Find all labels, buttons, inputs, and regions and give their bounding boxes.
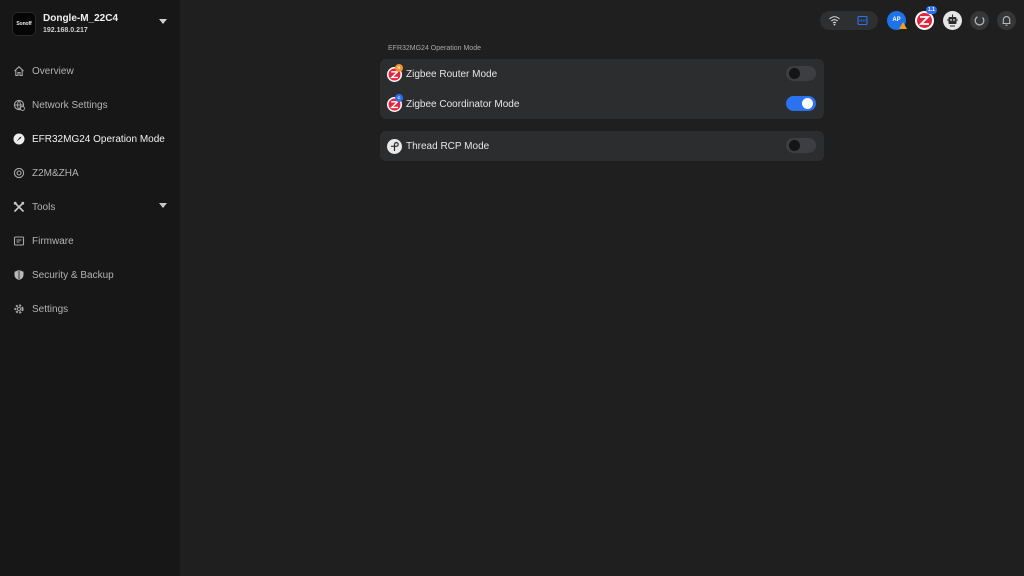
sidebar-item-label: Overview <box>32 65 74 77</box>
wifi-icon <box>829 16 840 26</box>
sidebar: Sonoff Dongle-M_22C4 192.168.0.217 Overv… <box>0 0 180 576</box>
thread-icon <box>387 138 402 154</box>
tools-icon <box>12 201 25 214</box>
thread-mode-card: Thread RCP Mode <box>380 131 824 161</box>
target-icon <box>12 167 25 180</box>
sidebar-item-security-backup[interactable]: Security & Backup <box>0 258 180 292</box>
chevron-down-icon[interactable] <box>159 19 167 25</box>
sonoff-logo: Sonoff <box>12 12 36 36</box>
sidebar-item-label: Firmware <box>32 235 74 247</box>
bell-icon[interactable] <box>997 11 1016 30</box>
zigbee-router-toggle[interactable] <box>786 66 816 81</box>
zigbee-coordinator-icon: C <box>387 93 403 112</box>
toggle-knob <box>789 140 800 151</box>
ap-status-icon[interactable]: AP <box>887 11 907 30</box>
sidebar-item-label: Security & Backup <box>32 269 114 281</box>
home-icon <box>12 65 25 78</box>
gear-icon <box>12 303 25 316</box>
sidebar-item-overview[interactable]: Overview <box>0 54 180 88</box>
app-window: Sonoff Dongle-M_22C4 192.168.0.217 Overv… <box>0 0 1024 576</box>
sidebar-item-label: EFR32MG24 Operation Mode <box>32 133 165 145</box>
device-ip: 192.168.0.217 <box>43 27 88 34</box>
sidebar-item-network-settings[interactable]: Network Settings <box>0 88 180 122</box>
sidebar-item-settings[interactable]: Settings <box>0 292 180 326</box>
zigbee-router-icon: R <box>387 63 403 82</box>
sidebar-item-label: Z2M&ZHA <box>32 167 79 179</box>
sidebar-nav: Overview Network Settings EFR32MG24 Oper… <box>0 54 180 326</box>
toggle-knob <box>802 98 813 109</box>
firmware-icon <box>12 235 25 248</box>
sidebar-item-operation-mode[interactable]: EFR32MG24 Operation Mode <box>0 122 180 156</box>
mode-row-zigbee-router: R Zigbee Router Mode <box>380 59 824 89</box>
network-icon <box>12 99 25 112</box>
sidebar-item-firmware[interactable]: Firmware <box>0 224 180 258</box>
zigbee-modes-card: R Zigbee Router Mode C Zigbee Coordinato… <box>380 59 824 119</box>
device-selector[interactable]: Sonoff Dongle-M_22C4 192.168.0.217 <box>12 12 172 38</box>
robot-icon[interactable] <box>943 11 962 30</box>
sidebar-item-tools[interactable]: Tools <box>0 190 180 224</box>
section-title: EFR32MG24 Operation Mode <box>388 45 481 52</box>
zigbee-coordinator-toggle[interactable] <box>786 96 816 111</box>
mode-label: Thread RCP Mode <box>406 140 490 152</box>
sidebar-item-label: Settings <box>32 303 69 315</box>
sidebar-item-label: Tools <box>32 201 56 213</box>
warning-icon <box>899 22 907 29</box>
zigbee-status-icon[interactable]: 1.1 <box>915 6 937 30</box>
power-icon[interactable] <box>970 11 989 30</box>
router-badge: R <box>395 63 403 72</box>
mode-row-zigbee-coordinator: C Zigbee Coordinator Mode <box>380 89 824 119</box>
device-name: Dongle-M_22C4 <box>43 13 119 24</box>
mode-label: Zigbee Coordinator Mode <box>406 98 520 110</box>
shield-icon <box>12 269 25 282</box>
toggle-knob <box>789 68 800 79</box>
zigbee-badge: 1.1 <box>926 6 937 14</box>
thread-rcp-toggle[interactable] <box>786 138 816 153</box>
ethernet-icon <box>857 15 868 26</box>
mode-label: Zigbee Router Mode <box>406 68 498 80</box>
connection-status <box>820 11 878 30</box>
compass-icon <box>12 133 25 146</box>
chevron-down-icon[interactable] <box>159 203 167 209</box>
coordinator-badge: C <box>395 93 403 102</box>
sidebar-item-z2m-zha[interactable]: Z2M&ZHA <box>0 156 180 190</box>
sidebar-item-label: Network Settings <box>32 99 108 111</box>
mode-row-thread-rcp: Thread RCP Mode <box>380 131 824 161</box>
